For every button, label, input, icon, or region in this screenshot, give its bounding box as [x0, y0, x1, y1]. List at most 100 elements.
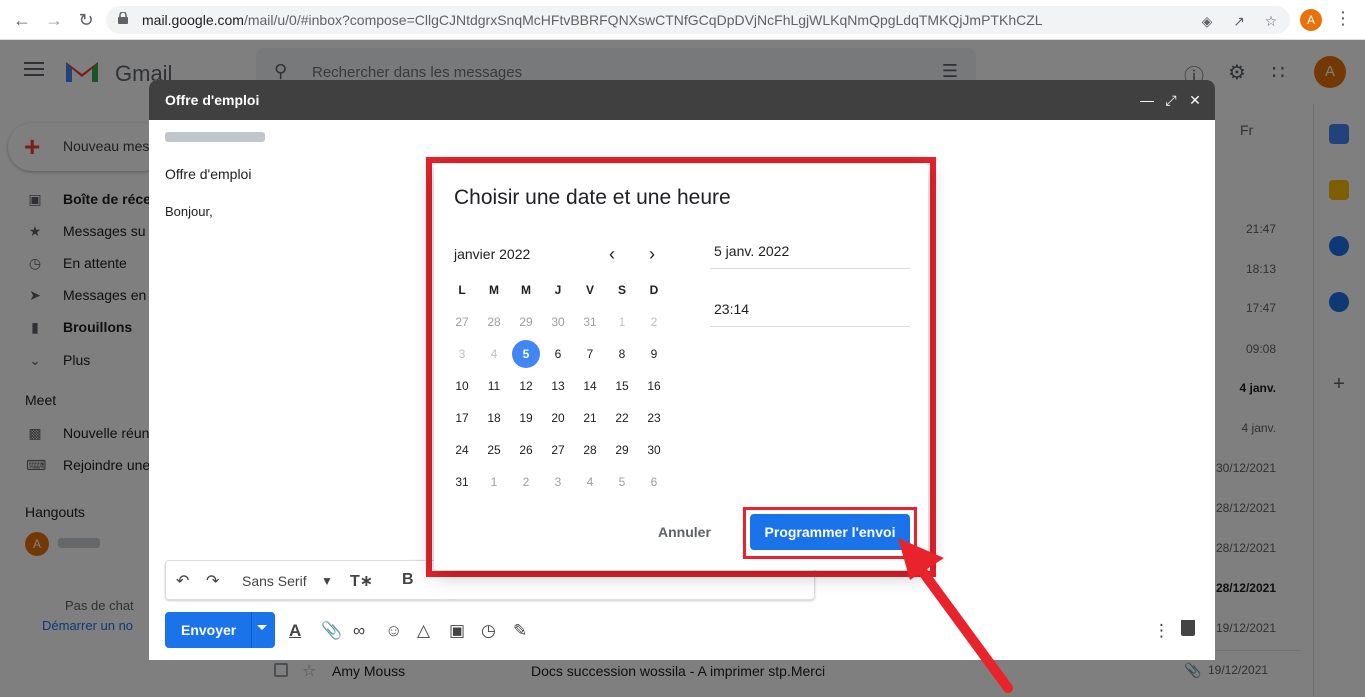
redo-icon[interactable]: ↷	[206, 571, 219, 591]
calendar-day[interactable]: 5	[606, 466, 638, 498]
calendar-day[interactable]: 18	[478, 402, 510, 434]
trash-icon[interactable]	[1181, 620, 1195, 636]
weekday-label: L	[458, 283, 466, 297]
browser-profile-avatar[interactable]: A	[1300, 9, 1322, 31]
calendar-day[interactable]: 4	[574, 466, 606, 498]
weekday-label: M	[521, 283, 531, 297]
time-input[interactable]	[714, 301, 904, 317]
compose-title-bar[interactable]: Offre d'emploi — ⤢ ✕	[149, 80, 1215, 120]
weekday-label: J	[554, 283, 562, 297]
weekday-label: D	[649, 283, 659, 297]
calendar-day[interactable]: 21	[574, 402, 606, 434]
font-size-icon[interactable]: T∗	[350, 571, 373, 591]
bookmark-star-icon[interactable]: ☆	[1262, 12, 1280, 30]
calendar-day[interactable]: 25	[478, 434, 510, 466]
calendar-day: 30	[551, 315, 565, 329]
cancel-button[interactable]: Annuler	[658, 524, 711, 540]
browser-menu-icon[interactable]: ⋮	[1334, 8, 1352, 29]
next-month-icon[interactable]: ›	[644, 244, 660, 265]
message-body[interactable]: Bonjour,	[165, 204, 213, 219]
calendar-day[interactable]: 14	[574, 370, 606, 402]
calendar-day[interactable]: 9	[638, 338, 670, 370]
weekday-label: S	[617, 283, 626, 297]
bold-icon[interactable]: B	[402, 571, 414, 589]
calendar-day[interactable]: 27	[542, 434, 574, 466]
signature-icon[interactable]: ✎	[513, 621, 527, 641]
calendar-day[interactable]: 30	[638, 434, 670, 466]
calendar-day[interactable]: 26	[510, 434, 542, 466]
weekday-label: M	[489, 283, 499, 297]
fullscreen-icon[interactable]: ⤢	[1163, 92, 1179, 109]
calendar-day[interactable]: 3	[542, 466, 574, 498]
close-icon[interactable]: ✕	[1187, 92, 1203, 109]
calendar-day[interactable]: 6	[638, 466, 670, 498]
calendar-day: 2	[650, 315, 658, 329]
calendar-day[interactable]: 24	[446, 434, 478, 466]
calendar-day[interactable]: 22	[606, 402, 638, 434]
calendar-week: 10 11 12 13 14 15 16	[446, 370, 670, 402]
browser-toolbar: ← → ↻ mail.google.com/mail/u/0/#inbox?co…	[0, 0, 1365, 40]
calendar-day[interactable]: 2	[510, 466, 542, 498]
calendar-day[interactable]: 6	[542, 338, 574, 370]
photo-icon[interactable]: ▣	[449, 621, 465, 641]
link-icon[interactable]: ∞	[353, 621, 365, 641]
dialog-title: Choisir une date et une heure	[454, 186, 731, 209]
date-input[interactable]	[714, 243, 904, 259]
calendar-day[interactable]: 7	[574, 338, 606, 370]
calendar-day[interactable]: 29	[606, 434, 638, 466]
send-options-icon[interactable]	[257, 625, 267, 630]
calendar-day[interactable]: 20	[542, 402, 574, 434]
time-field	[710, 297, 910, 327]
calendar-day-selected[interactable]: 5	[510, 338, 542, 370]
calendar-day: 29	[519, 315, 533, 329]
chevron-down-icon[interactable]: ▼	[321, 574, 333, 588]
calendar-day[interactable]: 10	[446, 370, 478, 402]
send-button[interactable]: Envoyer	[165, 612, 275, 648]
selected-day-label: 5	[522, 347, 530, 361]
subject-field[interactable]: Offre d'emploi	[165, 166, 251, 182]
reload-icon[interactable]: ↻	[74, 8, 98, 32]
calendar-day[interactable]: 19	[510, 402, 542, 434]
share-icon[interactable]: ↗	[1230, 12, 1248, 30]
calendar-day[interactable]: 17	[446, 402, 478, 434]
weekday-label: V	[585, 283, 594, 297]
emoji-icon[interactable]: ☺	[385, 621, 402, 641]
more-options-icon[interactable]: ⋮	[1153, 621, 1170, 641]
calendar-day[interactable]: 23	[638, 402, 670, 434]
calendar-day: 31	[583, 315, 597, 329]
confidential-icon[interactable]: ◷	[481, 621, 496, 641]
text-format-icon[interactable]: A	[289, 621, 301, 641]
recipient-field[interactable]	[165, 132, 265, 142]
calendar-week: 27 28 29 30 31 1 2	[446, 306, 670, 338]
back-icon[interactable]: ←	[10, 8, 34, 32]
attach-icon[interactable]: 📎	[321, 621, 342, 641]
undo-icon[interactable]: ↶	[176, 571, 189, 591]
send-label: Envoyer	[181, 622, 237, 638]
drive-icon[interactable]: △	[417, 621, 430, 641]
calendar-day[interactable]: 12	[510, 370, 542, 402]
minimize-icon[interactable]: —	[1139, 92, 1155, 108]
send-divider	[251, 612, 252, 648]
forward-icon[interactable]: →	[42, 8, 66, 32]
calendar-day[interactable]: 15	[606, 370, 638, 402]
calendar-day[interactable]: 11	[478, 370, 510, 402]
compose-title: Offre d'emploi	[165, 92, 260, 108]
calendar-day[interactable]: 8	[606, 338, 638, 370]
calendar-day[interactable]: 13	[542, 370, 574, 402]
calendar-day[interactable]: 16	[638, 370, 670, 402]
weekday-header: L M M J V S D	[446, 274, 670, 306]
calendar-day: 28	[487, 315, 501, 329]
font-select[interactable]: Sans Serif	[242, 573, 307, 589]
address-bar[interactable]: mail.google.com/mail/u/0/#inbox?compose=…	[106, 6, 1290, 34]
calendar-day: 4	[490, 347, 498, 361]
calendar-day[interactable]: 31	[446, 466, 478, 498]
calendar-week: 24 25 26 27 28 29 30	[446, 434, 670, 466]
url-text: mail.google.com/mail/u/0/#inbox?compose=…	[142, 12, 1043, 28]
prev-month-icon[interactable]: ‹	[604, 244, 620, 265]
calendar-week: 17 18 19 20 21 22 23	[446, 402, 670, 434]
calendar-day[interactable]: 1	[478, 466, 510, 498]
calendar-week: 31 1 2 3 4 5 6	[446, 466, 670, 498]
calendar-day[interactable]: 28	[574, 434, 606, 466]
lock-icon	[118, 12, 128, 24]
extension-icon[interactable]: ◈	[1198, 12, 1216, 30]
